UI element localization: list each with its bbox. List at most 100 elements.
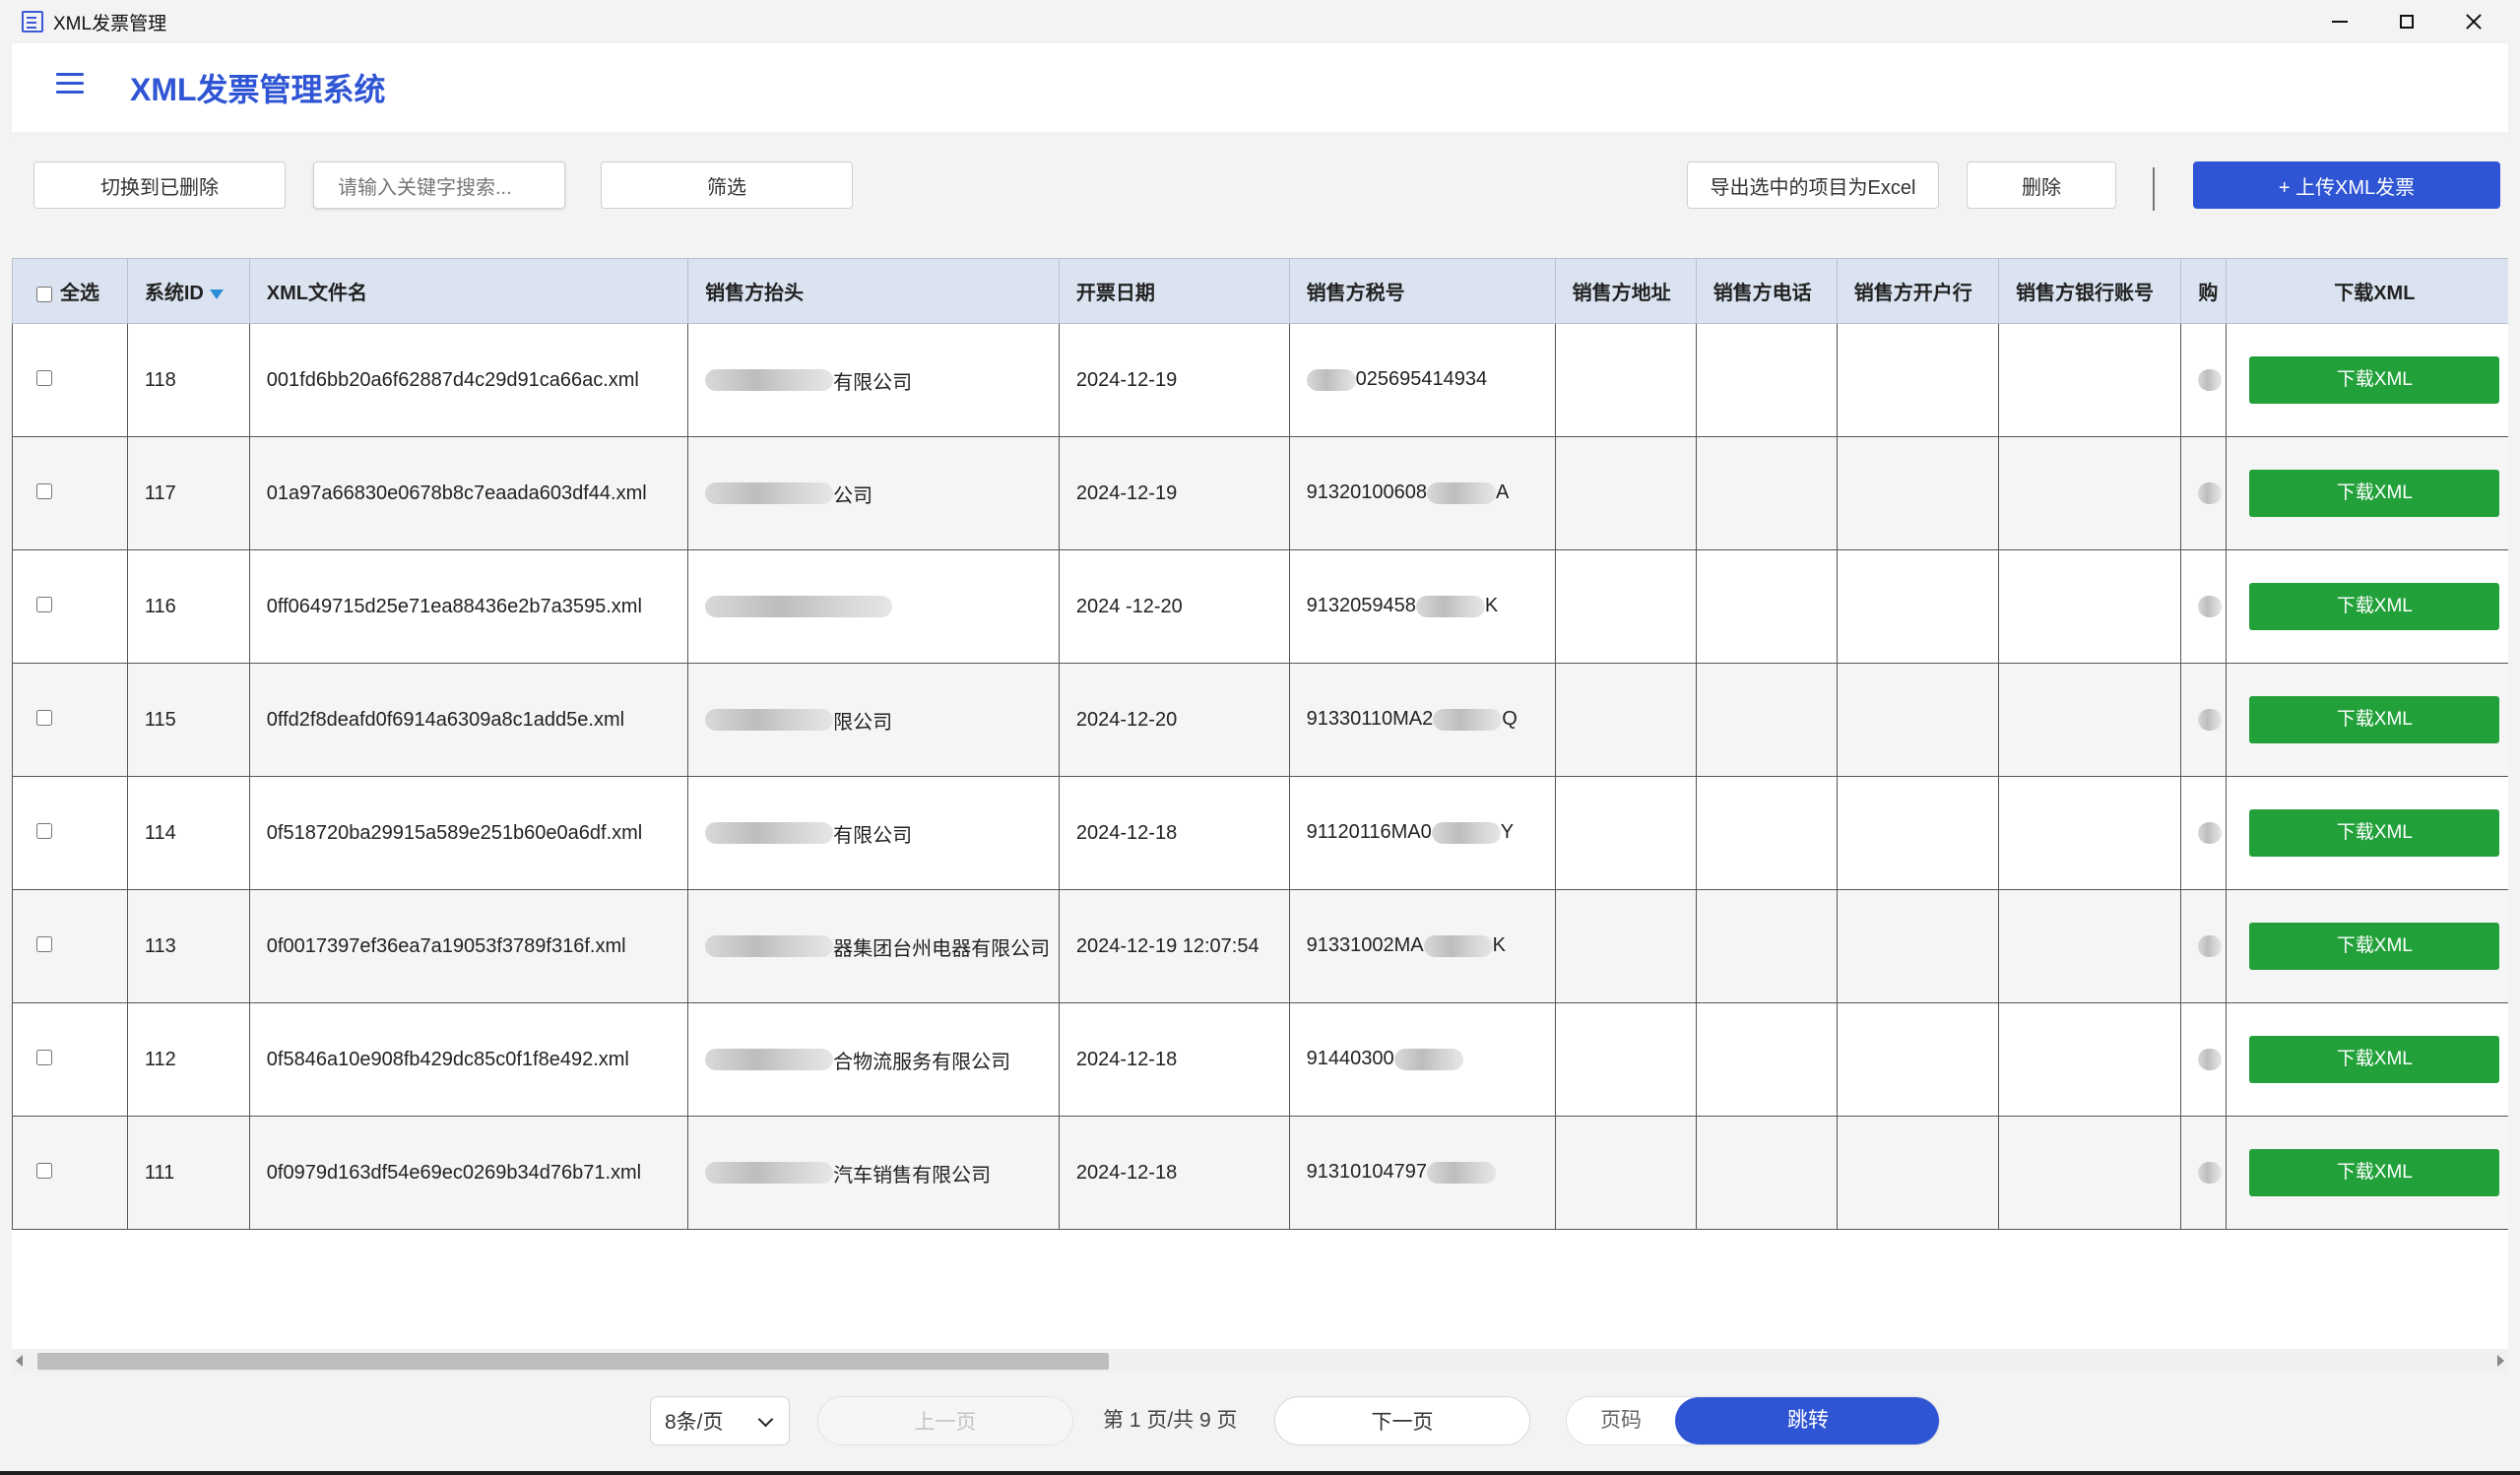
seller-phone-cell <box>1695 776 1838 890</box>
seller-phone-cell <box>1695 1002 1838 1117</box>
seller-bank-cell <box>1836 436 1999 550</box>
download-xml-button[interactable]: 下载XML <box>2249 696 2500 743</box>
next-page-button[interactable]: 下一页 <box>1274 1396 1530 1445</box>
app-icon <box>22 11 43 32</box>
page-size-select[interactable]: 8条/页 <box>650 1396 790 1445</box>
seller-name-visible: 有限公司 <box>833 371 913 394</box>
column-header-seller-name: 销售方抬头 <box>687 258 1060 324</box>
row-select-cell[interactable] <box>12 1116 128 1230</box>
seller-address-cell <box>1554 889 1697 1003</box>
seller-bank-account-cell <box>1997 549 2182 664</box>
delete-button[interactable]: 删除 <box>1967 161 2116 209</box>
tax-id-visible-prefix: 91331002MA <box>1306 934 1424 957</box>
download-xml-button[interactable]: 下载XML <box>2249 923 2500 970</box>
system-id-label: 系统ID <box>144 283 204 304</box>
row-checkbox[interactable] <box>36 596 52 612</box>
scrollbar-thumb[interactable] <box>37 1353 1109 1370</box>
seller-bank-account-cell <box>1997 1116 2182 1230</box>
row-select-cell[interactable] <box>12 663 128 777</box>
seller-address-cell <box>1554 436 1697 550</box>
table-row: 112 0f5846a10e908fb429dc85c0f1f8e492.xml 合… <box>12 1002 2508 1117</box>
horizontal-scrollbar[interactable] <box>12 1349 2508 1373</box>
close-icon[interactable] <box>2438 0 2509 43</box>
row-checkbox[interactable] <box>36 369 52 386</box>
filter-button[interactable]: 筛选 <box>601 161 853 209</box>
jump-button[interactable]: 跳转 <box>1675 1397 1939 1444</box>
sort-desc-icon[interactable] <box>209 289 224 299</box>
row-select-cell[interactable] <box>12 436 128 550</box>
redacted-blur <box>1431 822 1501 845</box>
window-border <box>0 1471 2520 1475</box>
row-checkbox[interactable] <box>36 1049 52 1065</box>
system-id-cell: 116 <box>126 549 250 664</box>
minimize-icon[interactable] <box>2304 0 2375 43</box>
system-id-cell: 117 <box>126 436 250 550</box>
toolbar: 切换到已删除 请输入关键字搜索... 筛选 导出选中的项目为Excel 删除 +… <box>12 132 2508 238</box>
table-row: 116 0ff0649715d25e71ea88436e2b7a3595.xml 2… <box>12 549 2508 664</box>
tax-id-visible-suffix: A <box>1495 481 1510 504</box>
seller-name-cell: 限公司 <box>687 663 1060 777</box>
switch-to-deleted-button[interactable]: 切换到已删除 <box>33 161 286 209</box>
page-number-input[interactable]: 页码 <box>1567 1397 1675 1444</box>
search-input[interactable]: 请输入关键字搜索... <box>313 161 565 209</box>
app-window: XML发票管理 XML发票管理系统 切换到已删除 请输入关键字搜索... 筛选 … <box>0 0 2520 1475</box>
seller-phone-cell <box>1695 663 1838 777</box>
row-select-cell[interactable] <box>12 549 128 664</box>
redacted-blur <box>705 1162 834 1184</box>
select-all-header[interactable]: 全选 <box>12 258 128 324</box>
row-checkbox[interactable] <box>36 822 52 839</box>
seller-address-cell <box>1554 1002 1697 1117</box>
download-xml-button[interactable]: 下载XML <box>2249 470 2500 517</box>
buyer-cell <box>2180 663 2227 777</box>
table-row: 118 001fd6bb20a6f62887d4c29d91ca66ac.xml 有… <box>12 323 2508 437</box>
seller-tax-id-cell: 025695414934 <box>1288 323 1556 437</box>
invoice-date-cell: 2024-12-19 12:07:54 <box>1058 889 1290 1003</box>
column-header-seller-phone: 销售方电话 <box>1695 258 1838 324</box>
seller-name-cell: 器集团台州电器有限公司 <box>687 889 1060 1003</box>
file-name-cell: 0f0979d163df54e69ec0269b34d76b71.xml <box>248 1116 689 1230</box>
row-select-cell[interactable] <box>12 776 128 890</box>
file-name-cell: 0f0017397ef36ea7a19053f3789f316f.xml <box>248 889 689 1003</box>
column-header-system-id[interactable]: 系统ID <box>126 258 250 324</box>
redacted-blur <box>1433 709 1503 732</box>
row-select-cell[interactable] <box>12 1002 128 1117</box>
download-xml-button[interactable]: 下载XML <box>2249 809 2500 857</box>
toolbar-divider <box>2153 167 2155 211</box>
table-row: 115 0ffd2f8deafd0f6914a6309a8c1add5e.xml 限… <box>12 663 2508 777</box>
column-header-buyer: 购 <box>2180 258 2227 324</box>
buyer-cell <box>2180 323 2227 437</box>
export-excel-button[interactable]: 导出选中的项目为Excel <box>1687 161 1939 209</box>
select-all-label: 全选 <box>60 283 99 304</box>
download-xml-button[interactable]: 下载XML <box>2249 1036 2500 1083</box>
seller-tax-id-cell: 9132059458 K <box>1288 549 1556 664</box>
download-cell: 下载XML <box>2225 436 2508 550</box>
tax-id-visible-prefix: 9132059458 <box>1306 595 1416 617</box>
download-xml-button[interactable]: 下载XML <box>2249 356 2500 404</box>
page-size-value: 8条/页 <box>665 1411 724 1434</box>
seller-address-cell <box>1554 549 1697 664</box>
upload-xml-button[interactable]: + 上传XML发票 <box>2193 161 2500 209</box>
row-checkbox[interactable] <box>36 709 52 726</box>
seller-name-cell: 公司 <box>687 436 1060 550</box>
redacted-blur <box>1426 1162 1496 1185</box>
download-xml-button[interactable]: 下载XML <box>2249 1149 2500 1196</box>
maximize-icon[interactable] <box>2371 0 2442 43</box>
row-select-cell[interactable] <box>12 889 128 1003</box>
system-id-cell: 112 <box>126 1002 250 1117</box>
prev-page-button[interactable]: 上一页 <box>817 1396 1073 1445</box>
row-checkbox[interactable] <box>36 935 52 952</box>
select-all-checkbox[interactable] <box>36 286 52 302</box>
download-xml-button[interactable]: 下载XML <box>2249 583 2500 630</box>
seller-name-visible: 限公司 <box>833 711 893 734</box>
redacted-blur <box>2198 822 2223 845</box>
row-checkbox[interactable] <box>36 482 52 499</box>
scroll-right-icon[interactable] <box>2497 1355 2504 1367</box>
menu-icon[interactable] <box>56 71 84 95</box>
scroll-left-icon[interactable] <box>16 1355 23 1367</box>
row-select-cell[interactable] <box>12 323 128 437</box>
row-checkbox[interactable] <box>36 1162 52 1179</box>
tax-id-visible-suffix: Y <box>1500 821 1515 844</box>
pagination: 8条/页 上一页 第 1 页/共 9 页 下一页 页码 跳转 <box>12 1375 2508 1475</box>
download-cell: 下载XML <box>2225 776 2508 890</box>
redacted-blur <box>705 822 834 844</box>
